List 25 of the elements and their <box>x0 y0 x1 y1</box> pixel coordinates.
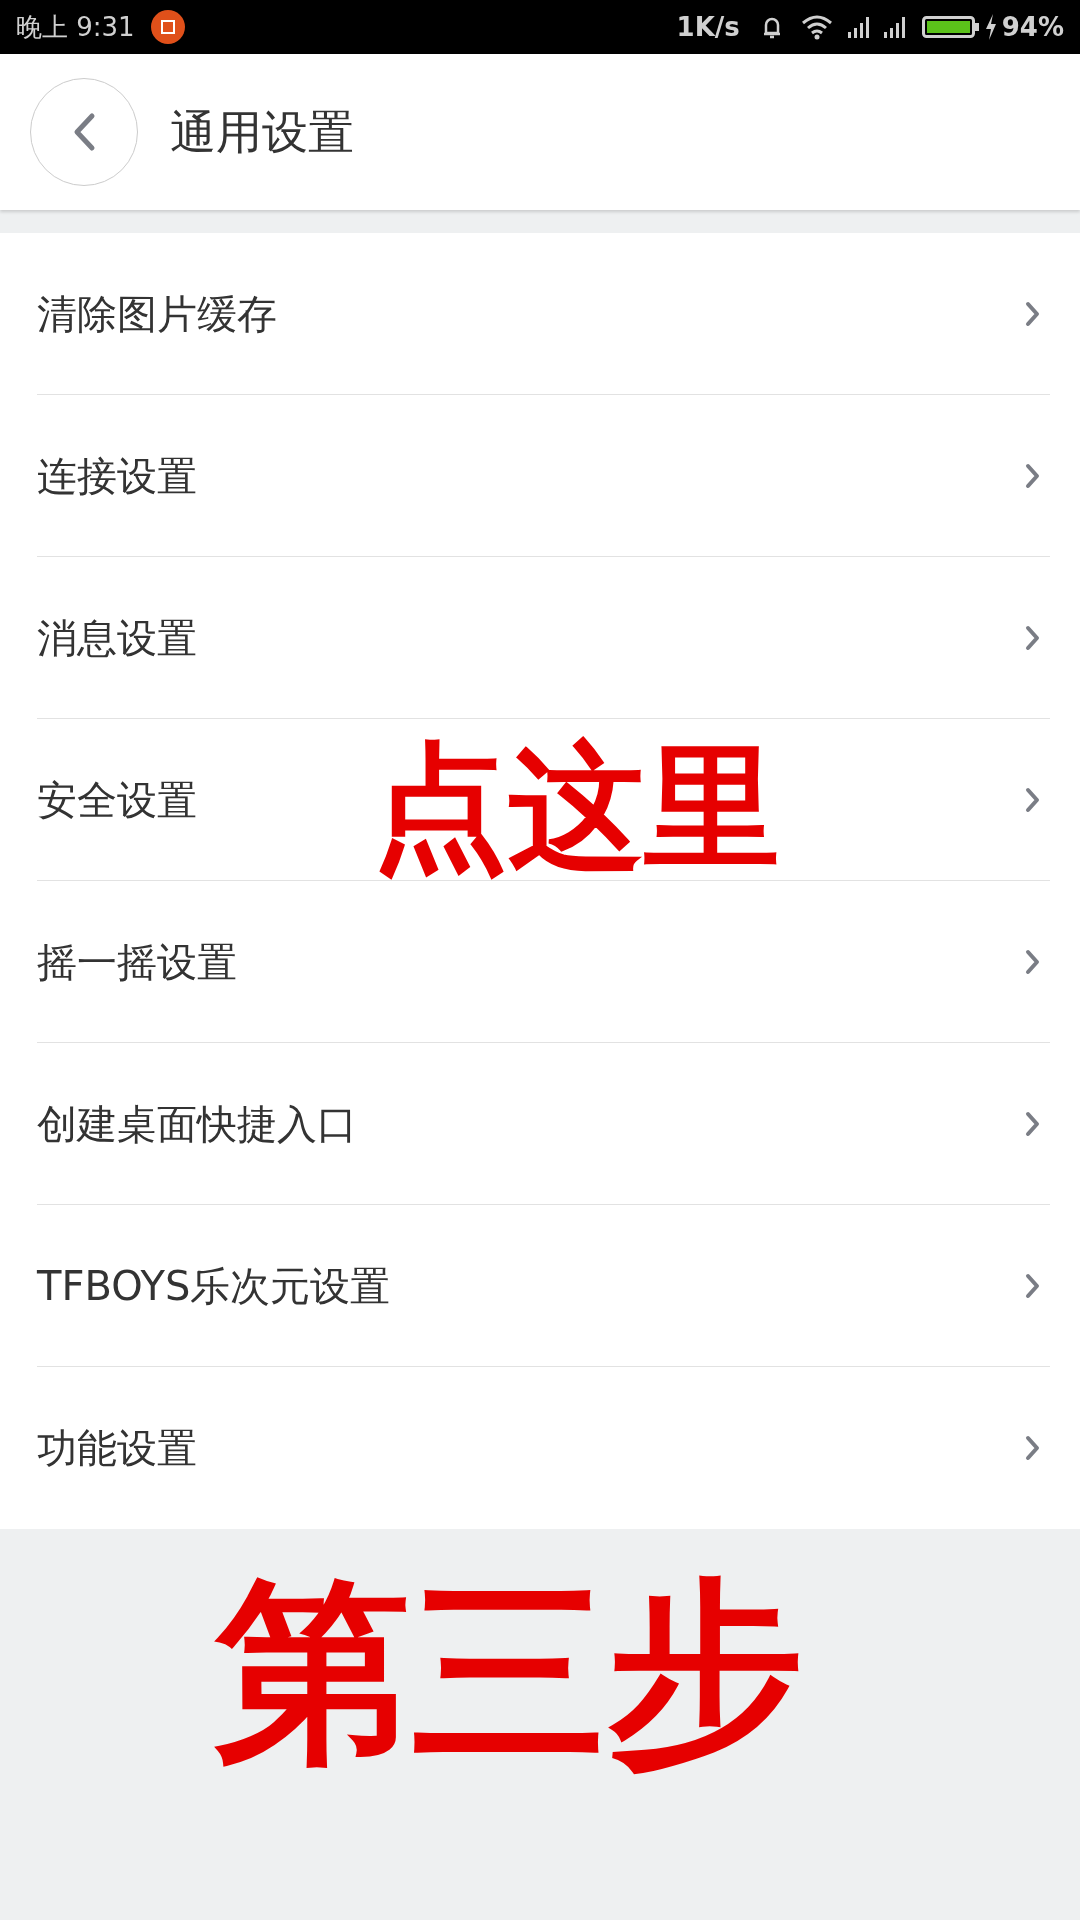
annotation-text: 第三步 <box>215 1557 803 1788</box>
status-time: 晚上 9:31 <box>16 10 135 44</box>
chevron-right-icon <box>1024 461 1042 490</box>
chevron-right-icon <box>1024 1109 1042 1138</box>
chevron-right-icon <box>1024 785 1042 814</box>
annotation-text: 点这里 <box>372 727 780 888</box>
settings-item-label[interactable]: TFBOYS乐次元设置 <box>37 1255 391 1316</box>
settings-item-label[interactable]: 创建桌面快捷入口 <box>37 1093 357 1154</box>
chevron-right-icon <box>1024 1271 1042 1300</box>
settings-item-label[interactable]: 连接设置 <box>37 445 197 506</box>
settings-item-label[interactable]: 清除图片缓存 <box>37 283 277 344</box>
charging-icon <box>983 13 998 41</box>
page-title: 通用设置 <box>170 103 354 161</box>
settings-item-label[interactable]: 消息设置 <box>37 607 197 668</box>
settings-item-label[interactable]: 摇一摇设置 <box>37 931 237 992</box>
network-speed: 1K/s <box>676 10 740 44</box>
settings-item-label[interactable]: 功能设置 <box>37 1418 197 1478</box>
battery-percent: 94% <box>1001 10 1064 44</box>
chevron-right-icon <box>1024 299 1042 328</box>
chevron-right-icon <box>1024 1434 1042 1462</box>
wifi-icon <box>799 13 834 41</box>
settings-item-label[interactable]: 安全设置 <box>37 769 197 830</box>
notification-icon <box>150 10 185 44</box>
chevron-right-icon <box>1024 623 1042 652</box>
chevron-right-icon <box>1024 947 1042 976</box>
